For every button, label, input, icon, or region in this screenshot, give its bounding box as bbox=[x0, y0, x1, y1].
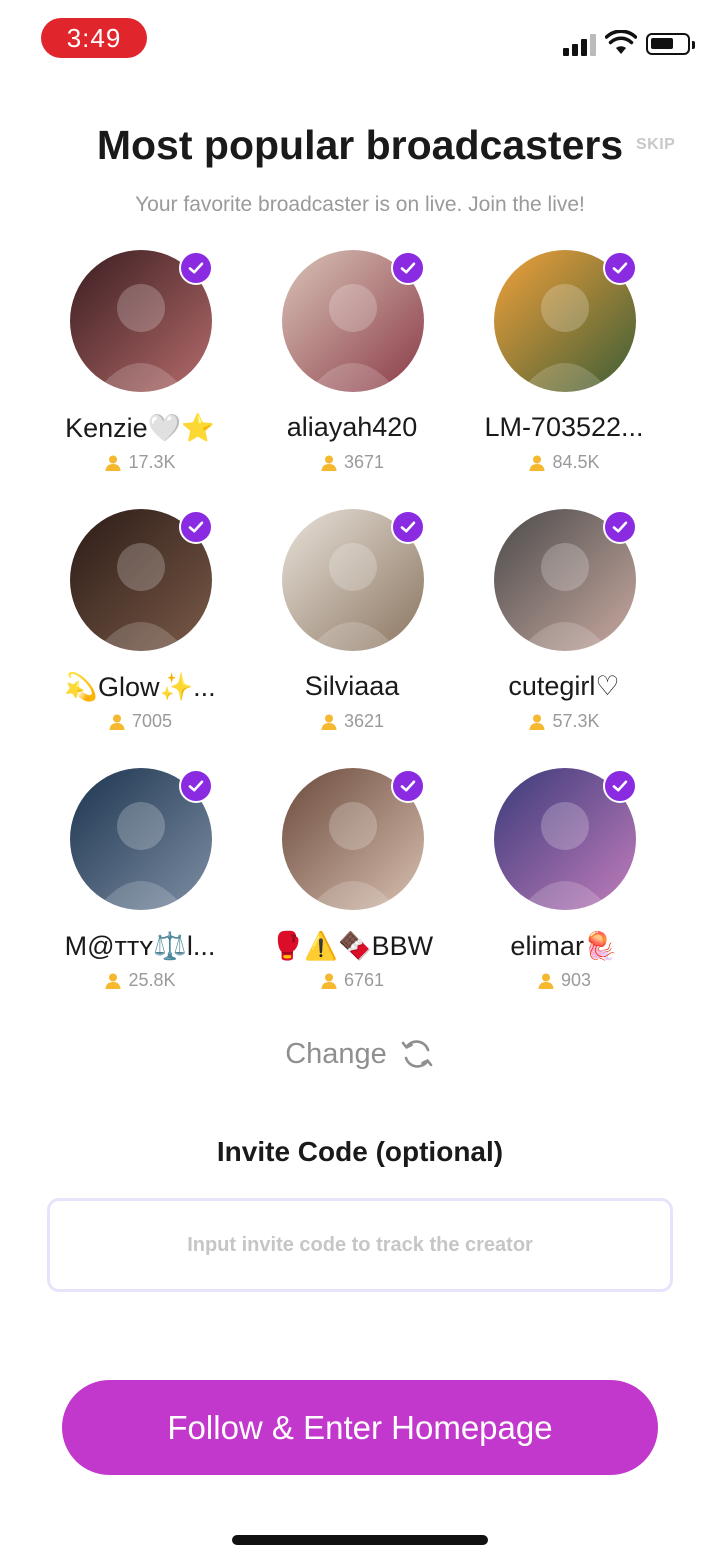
fans-value: 57.3K bbox=[552, 711, 600, 731]
verified-check-icon bbox=[603, 251, 637, 285]
broadcaster-card[interactable]: Silviaaa 3621 bbox=[247, 509, 457, 749]
verified-check-icon bbox=[391, 251, 425, 285]
broadcaster-name: 💫Glow✨... bbox=[64, 672, 216, 702]
avatar-wrap bbox=[282, 768, 425, 910]
follow-enter-homepage-button[interactable]: Follow & Enter Homepage bbox=[62, 1380, 658, 1475]
verified-check-icon bbox=[603, 769, 637, 803]
refresh-icon bbox=[401, 1040, 433, 1068]
fans-value: 903 bbox=[560, 970, 592, 990]
avatar-wrap bbox=[494, 509, 637, 651]
cellular-signal-icon bbox=[563, 34, 597, 56]
invite-code-label: Invite Code (optional) bbox=[216, 1136, 504, 1167]
page-subtitle: Your favorite broadcaster is on live. Jo… bbox=[135, 193, 585, 216]
broadcaster-card[interactable]: 💫Glow✨... 7005 bbox=[35, 509, 245, 749]
battery-icon bbox=[646, 33, 695, 55]
avatar-wrap bbox=[282, 250, 425, 392]
broadcaster-card[interactable]: 🥊⚠️🍫BBW 6761 bbox=[247, 768, 457, 1008]
wifi-icon bbox=[605, 30, 637, 54]
avatar-wrap bbox=[494, 250, 637, 392]
verified-check-icon bbox=[603, 510, 637, 544]
skip-button[interactable]: SKIP bbox=[636, 136, 675, 154]
fans-value: 17.3K bbox=[128, 452, 176, 472]
fans-count: 17.3K bbox=[35, 452, 245, 473]
broadcaster-card[interactable]: elimar🪼 903 bbox=[459, 768, 669, 1008]
broadcaster-name: Kenzie🤍⭐ bbox=[65, 413, 215, 443]
avatar-wrap bbox=[70, 768, 213, 910]
fans-value: 3671 bbox=[343, 452, 385, 472]
fans-value: 84.5K bbox=[552, 452, 600, 472]
avatar-wrap bbox=[70, 509, 213, 651]
verified-check-icon bbox=[179, 510, 213, 544]
broadcaster-card[interactable]: M@ᴛᴛʏ⚖️l... 25.8K bbox=[35, 768, 245, 1008]
fans-count: 57.3K bbox=[459, 711, 669, 732]
fans-value: 7005 bbox=[131, 711, 173, 731]
broadcaster-name: 🥊⚠️🍫BBW bbox=[270, 931, 434, 961]
broadcaster-card[interactable]: aliayah420 3671 bbox=[247, 250, 457, 490]
broadcaster-card[interactable]: cutegirl♡ 57.3K bbox=[459, 509, 669, 749]
page-title: Most popular broadcasters bbox=[96, 122, 624, 168]
verified-check-icon bbox=[391, 769, 425, 803]
fans-count: 7005 bbox=[35, 711, 245, 732]
fans-value: 6761 bbox=[343, 970, 385, 990]
fans-count: 3621 bbox=[247, 711, 457, 732]
fans-value: 3621 bbox=[343, 711, 385, 731]
verified-check-icon bbox=[391, 510, 425, 544]
change-button[interactable]: Change bbox=[0, 1036, 720, 1072]
status-bar: 3:49 bbox=[0, 0, 720, 80]
fans-count: 903 bbox=[459, 970, 669, 991]
broadcaster-name: Silviaaa bbox=[304, 671, 400, 701]
broadcaster-name: LM-703522... bbox=[484, 412, 644, 442]
fans-person-icon bbox=[321, 973, 337, 989]
broadcaster-name: cutegirl♡ bbox=[508, 671, 620, 701]
fans-count: 3671 bbox=[247, 452, 457, 473]
status-time: 3:49 bbox=[41, 18, 147, 58]
fans-count: 84.5K bbox=[459, 452, 669, 473]
change-label: Change bbox=[285, 1037, 387, 1070]
fans-person-icon bbox=[538, 973, 554, 989]
fans-value: 25.8K bbox=[128, 970, 176, 990]
avatar-wrap bbox=[70, 250, 213, 392]
broadcaster-card[interactable]: LM-703522... 84.5K bbox=[459, 250, 669, 490]
broadcaster-name: elimar🪼 bbox=[510, 931, 618, 961]
invite-code-input[interactable] bbox=[47, 1198, 673, 1292]
fans-person-icon bbox=[105, 455, 121, 471]
fans-count: 25.8K bbox=[35, 970, 245, 991]
verified-check-icon bbox=[179, 769, 213, 803]
broadcaster-card[interactable]: Kenzie🤍⭐ 17.3K bbox=[35, 250, 245, 490]
fans-person-icon bbox=[529, 455, 545, 471]
fans-count: 6761 bbox=[247, 970, 457, 991]
avatar-wrap bbox=[494, 768, 637, 910]
broadcaster-name: aliayah420 bbox=[286, 412, 418, 442]
fans-person-icon bbox=[105, 973, 121, 989]
broadcaster-name: M@ᴛᴛʏ⚖️l... bbox=[64, 931, 216, 961]
home-indicator bbox=[232, 1535, 488, 1545]
verified-check-icon bbox=[179, 251, 213, 285]
fans-person-icon bbox=[321, 714, 337, 730]
fans-person-icon bbox=[109, 714, 125, 730]
fans-person-icon bbox=[321, 455, 337, 471]
fans-person-icon bbox=[529, 714, 545, 730]
avatar-wrap bbox=[282, 509, 425, 651]
